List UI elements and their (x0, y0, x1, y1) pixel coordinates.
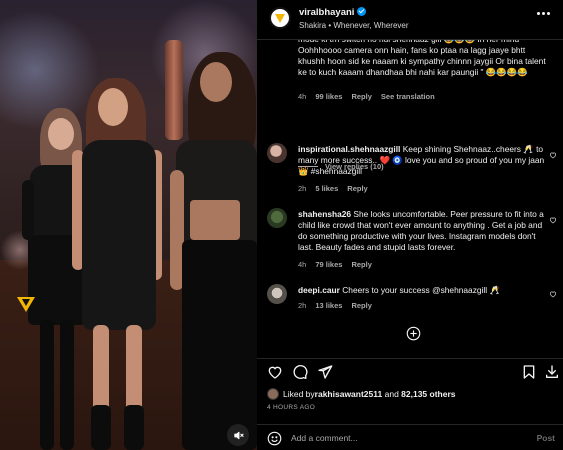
comments-list[interactable]: mode ki trh switch ho hui shehnaaz gill … (257, 40, 563, 352)
comment-input[interactable] (291, 431, 491, 445)
likes-summary: Liked by rakhisawant2511 and 82,135 othe… (267, 388, 456, 400)
post-button[interactable]: Post (537, 433, 555, 443)
download-icon[interactable] (544, 364, 560, 380)
background-pillar (165, 40, 183, 140)
brand-watermark-icon (17, 297, 35, 312)
reel-video[interactable] (0, 0, 257, 450)
comment-meta: 2h 13 likes Reply (298, 301, 372, 310)
mute-icon[interactable] (227, 424, 249, 446)
liked-by-and: and (382, 389, 402, 399)
comment-time: 4h (298, 260, 307, 269)
comment-meta: 4h 99 likes Reply See translation (298, 92, 435, 101)
comment-likes[interactable]: 99 likes (315, 92, 342, 101)
comment-icon[interactable] (292, 364, 308, 380)
liked-by-count-link[interactable]: 82,135 others (401, 389, 455, 399)
reply-button[interactable]: Reply (351, 301, 371, 310)
comment-meta: 4h 79 likes Reply (298, 260, 372, 269)
comment-time: 4h (298, 92, 307, 101)
comment-text: shahensha26 She looks uncomfortable. Pee… (298, 209, 547, 253)
username-text[interactable]: viralbhayani (299, 7, 354, 18)
avatar[interactable] (267, 388, 279, 400)
share-icon[interactable] (317, 364, 333, 380)
reply-button[interactable]: Reply (347, 184, 367, 193)
comment-time: 2h (298, 301, 307, 310)
comment-username[interactable]: deepi.caur (298, 285, 340, 295)
emoji-icon[interactable] (267, 431, 282, 446)
heart-icon[interactable] (549, 216, 557, 224)
avatar[interactable] (267, 284, 287, 304)
post-panel: viralbhayani Shakira • Whenever, Whereve… (257, 0, 563, 450)
comment-text: deepi.caur Cheers to your success @shehn… (298, 285, 547, 296)
heart-icon[interactable] (549, 290, 557, 298)
comment-text: mode ki trh switch ho hui shehnaaz gill … (298, 40, 546, 77)
liked-by-user-link[interactable]: rakhisawant2511 (315, 389, 383, 399)
avatar[interactable] (267, 208, 287, 228)
comment-time: 2h (298, 184, 307, 193)
liked-by-label: Liked by (283, 389, 315, 399)
audio-track[interactable]: Shakira • Whenever, Wherever (299, 21, 409, 30)
more-icon[interactable] (537, 12, 553, 18)
reply-button[interactable]: Reply (351, 92, 371, 101)
comment-text: inspirational.shehnaazgill Keep shining … (298, 144, 547, 177)
comment-username[interactable]: inspirational.shehnaazgill (298, 144, 400, 154)
post-timestamp[interactable]: 4 HOURS AGO (267, 404, 315, 411)
reply-button[interactable]: Reply (351, 260, 371, 269)
bookmark-icon[interactable] (521, 364, 537, 380)
action-bar (257, 358, 563, 386)
heart-icon[interactable] (267, 364, 283, 380)
verified-icon (357, 7, 367, 16)
avatar[interactable] (267, 143, 287, 163)
add-comment-bar: Post (257, 424, 563, 450)
heart-icon[interactable] (549, 151, 557, 159)
avatar[interactable] (269, 7, 291, 29)
post-username[interactable]: viralbhayani (299, 7, 367, 18)
comment-likes[interactable]: 13 likes (315, 301, 342, 310)
comment-username[interactable]: shahensha26 (298, 209, 351, 219)
comment-likes[interactable]: 5 likes (315, 184, 338, 193)
post-header: viralbhayani Shakira • Whenever, Whereve… (257, 0, 563, 40)
comment-body: Cheers to your success @shehnaazgill 🥂 (339, 285, 500, 295)
see-translation-link[interactable]: See translation (381, 92, 435, 101)
comment-meta: 2h 5 likes Reply (298, 184, 368, 193)
comment-likes[interactable]: 79 likes (315, 260, 342, 269)
plus-circle-icon[interactable] (406, 326, 421, 341)
